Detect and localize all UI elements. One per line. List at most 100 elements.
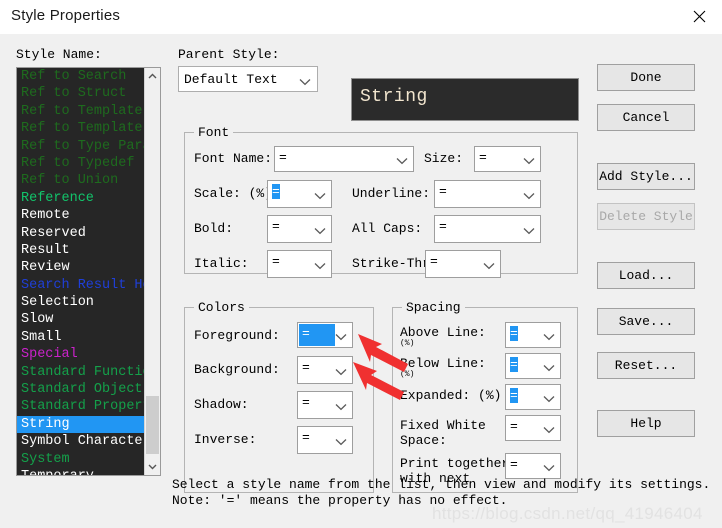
chevron-down-icon [543, 424, 555, 432]
underline-label: Underline: [352, 187, 430, 201]
fixed-white-space-label-line1: Fixed White [400, 419, 486, 433]
scrollbar-thumb[interactable] [146, 396, 159, 454]
chevron-down-icon[interactable] [335, 331, 347, 339]
save-button[interactable]: Save... [597, 308, 695, 335]
list-item[interactable]: Special [17, 346, 145, 363]
reset-button[interactable]: Reset... [597, 352, 695, 379]
strike-through-value: = [430, 254, 438, 269]
below-line-unit: (%) [400, 368, 414, 382]
cancel-button[interactable]: Cancel [597, 104, 695, 131]
list-item[interactable]: Ref to Typedef [17, 155, 145, 172]
chevron-down-icon [396, 155, 408, 163]
close-glyph [693, 10, 706, 23]
style-list-items[interactable]: Ref to SearchRef to StructRef to Templat… [17, 68, 145, 475]
foreground-label: Foreground: [194, 329, 280, 343]
dialog-client-area: Style Name: Ref to SearchRef to StructRe… [0, 34, 722, 528]
style-preview-text: String [360, 87, 428, 107]
chevron-down-icon[interactable] [335, 366, 347, 374]
expanded-combo[interactable]: = [505, 384, 561, 410]
scroll-down-icon[interactable] [145, 459, 160, 475]
list-item[interactable]: Temporary [17, 468, 145, 475]
parent-style-label: Parent Style: [178, 48, 279, 62]
list-item[interactable]: Small [17, 329, 145, 346]
list-item[interactable]: Ref to Type Param [17, 138, 145, 155]
background-combo[interactable]: = [297, 356, 353, 384]
bold-combo[interactable]: = [267, 215, 332, 243]
chevron-down-icon [483, 260, 495, 268]
style-list-scrollbar[interactable] [144, 68, 160, 475]
fixed-white-space-combo[interactable]: = [505, 415, 561, 441]
fixed-white-space-value: = [510, 419, 518, 434]
above-line-unit: (%) [400, 337, 414, 351]
colors-group-title: Colors [194, 300, 249, 315]
list-item[interactable]: Ref to Template [17, 103, 145, 120]
style-preview-box: String [351, 78, 579, 121]
expanded-label: Expanded: (%) [400, 389, 501, 403]
print-together-label-line1: Print together [400, 457, 509, 471]
chevron-down-icon [543, 393, 555, 401]
done-button[interactable]: Done [597, 64, 695, 91]
note-line-1: Select a style name from the list, then … [172, 478, 710, 492]
below-line-combo[interactable]: = [505, 353, 561, 379]
font-name-label: Font Name: [194, 152, 272, 166]
bold-value: = [272, 219, 280, 234]
underline-combo[interactable]: = [434, 180, 541, 208]
list-item[interactable]: Ref to Template P [17, 120, 145, 137]
font-name-combo[interactable]: = [274, 146, 414, 172]
list-item[interactable]: Remote [17, 207, 145, 224]
inverse-combo[interactable]: = [297, 426, 353, 454]
style-name-listbox[interactable]: Ref to SearchRef to StructRef to Templat… [16, 67, 161, 476]
close-icon[interactable] [676, 0, 722, 33]
list-item[interactable]: Reserved [17, 225, 145, 242]
list-item[interactable]: System [17, 451, 145, 468]
parent-style-combo[interactable]: Default Text [178, 66, 318, 92]
list-item[interactable]: Standard Property [17, 398, 145, 415]
size-combo[interactable]: = [474, 146, 541, 172]
list-item[interactable]: Review [17, 259, 145, 276]
list-item[interactable]: Standard Function [17, 364, 145, 381]
font-group-title: Font [194, 125, 233, 140]
list-item[interactable]: Selection [17, 294, 145, 311]
background-label: Background: [194, 363, 280, 377]
fixed-white-space-label-line2: Space: [400, 434, 447, 448]
foreground-combo[interactable]: = [297, 322, 353, 348]
scale-label: Scale: (%) [194, 187, 272, 201]
list-item[interactable]: Slow [17, 311, 145, 328]
italic-combo[interactable]: = [267, 250, 332, 278]
load-button[interactable]: Load... [597, 262, 695, 289]
help-button[interactable]: Help [597, 410, 695, 437]
chevron-down-icon [543, 331, 555, 339]
above-line-combo[interactable]: = [505, 322, 561, 348]
chevron-down-icon [335, 401, 347, 409]
style-name-label: Style Name: [16, 48, 102, 62]
chevron-down-icon [314, 190, 326, 198]
list-item[interactable]: Result [17, 242, 145, 259]
all-caps-label: All Caps: [352, 222, 422, 236]
title-bar: Style Properties [0, 0, 722, 34]
strike-through-combo[interactable]: = [425, 250, 501, 278]
list-item[interactable]: Reference [17, 190, 145, 207]
chevron-down-icon [314, 225, 326, 233]
chevron-down-icon [523, 155, 535, 163]
shadow-combo[interactable]: = [297, 391, 353, 419]
shadow-value: = [302, 395, 310, 410]
inverse-label: Inverse: [194, 433, 256, 447]
scale-combo[interactable]: = [267, 180, 332, 208]
list-item[interactable]: Ref to Search [17, 68, 145, 85]
list-item[interactable]: Standard Object [17, 381, 145, 398]
list-item[interactable]: Symbol Characters [17, 433, 145, 450]
all-caps-combo[interactable]: = [434, 215, 541, 243]
list-item[interactable]: String [17, 416, 145, 433]
all-caps-value: = [439, 219, 447, 234]
chevron-down-glyph [148, 464, 157, 470]
scroll-up-icon[interactable] [145, 68, 160, 84]
add-style-button[interactable]: Add Style... [597, 163, 695, 190]
list-item[interactable]: Ref to Union [17, 172, 145, 189]
list-item[interactable]: Ref to Struct [17, 85, 145, 102]
chevron-down-icon [523, 190, 535, 198]
chevron-down-icon [543, 462, 555, 470]
chevron-down-icon [314, 260, 326, 268]
window-title: Style Properties [11, 7, 120, 24]
list-item[interactable]: Search Result Hea [17, 277, 145, 294]
expanded-value: = [510, 388, 518, 403]
